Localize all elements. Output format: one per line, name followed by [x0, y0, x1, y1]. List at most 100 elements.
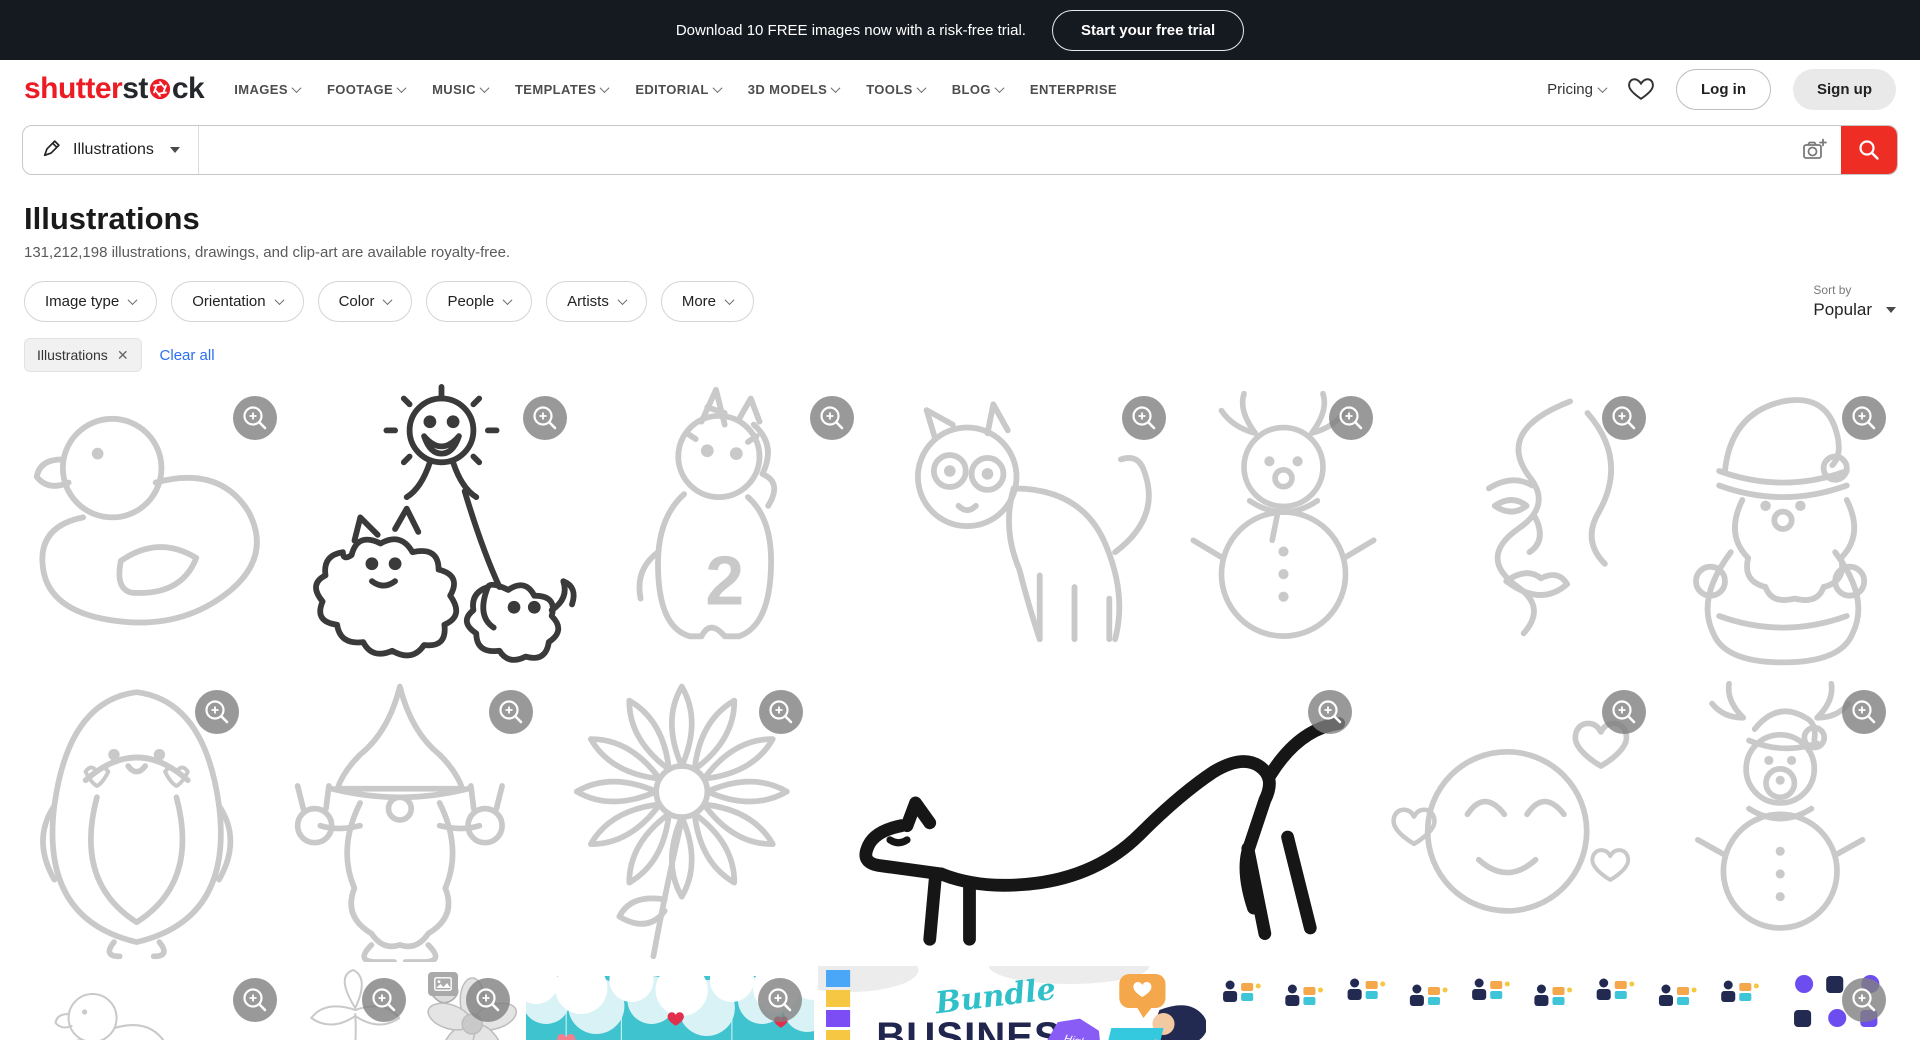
nav-enterprise[interactable]: ENTERPRISE [1030, 82, 1117, 97]
nav-music[interactable]: MUSIC [432, 82, 488, 97]
zoom-preview-button[interactable] [1308, 690, 1352, 734]
close-icon[interactable]: ✕ [117, 348, 129, 362]
caret-down-icon [1886, 307, 1896, 313]
zoom-preview-button[interactable] [1329, 396, 1373, 440]
zoom-preview-button[interactable] [362, 978, 406, 1022]
nav-footage[interactable]: FOOTAGE [327, 82, 405, 97]
filter-orientation[interactable]: Orientation [171, 281, 303, 322]
thumb-rubber-duck-line-art[interactable] [22, 384, 289, 674]
thumb-purple-sticker-sheet[interactable] [1784, 966, 1899, 1040]
start-free-trial-button[interactable]: Start your free trial [1052, 10, 1244, 51]
zoom-preview-button[interactable] [1122, 396, 1166, 440]
pen-icon [41, 137, 63, 164]
header-actions: Pricing Log in Sign up [1547, 69, 1896, 110]
search-category-dropdown[interactable]: Illustrations [23, 126, 199, 174]
zoom-preview-button[interactable] [523, 396, 567, 440]
clear-all-link[interactable]: Clear all [160, 347, 215, 364]
stretching-cat-drawing [819, 678, 1364, 962]
search-bar: Illustrations [22, 125, 1898, 175]
zoom-preview-button[interactable] [758, 978, 802, 1022]
zoom-preview-button[interactable] [489, 690, 533, 734]
zoom-preview-button[interactable] [759, 690, 803, 734]
zoom-preview-button[interactable] [1842, 396, 1886, 440]
nav-3d-models[interactable]: 3D MODELS [748, 82, 839, 97]
grid-row-1: 2 [22, 384, 1898, 674]
thumb-flower-sketch[interactable] [293, 966, 418, 1040]
thumb-valentine-2022-paper-art[interactable]: 2022celebrate [526, 966, 814, 1040]
grid-row-2 [22, 678, 1898, 962]
thumb-one-line-face[interactable] [1389, 384, 1658, 674]
nav-blog[interactable]: BLOG [952, 82, 1003, 97]
page-title: Illustrations [24, 201, 1896, 237]
thumb-duck-line-art-2[interactable] [22, 966, 289, 1040]
page-head: Illustrations 131,212,198 illustrations,… [24, 201, 1896, 261]
chevron-down-icon [383, 295, 393, 305]
applied-filters-row: Illustrations✕ Clear all [24, 338, 1896, 372]
chip-illustrations[interactable]: Illustrations✕ [24, 338, 142, 372]
signup-button[interactable]: Sign up [1793, 69, 1896, 110]
caret-down-icon [170, 147, 180, 153]
zoom-preview-button[interactable] [233, 396, 277, 440]
nav-templates[interactable]: TEMPLATES [515, 82, 608, 97]
grid-row-3: 2022celebrate BundleBUSINESSwith 37 vect… [22, 966, 1898, 1040]
nav-images[interactable]: IMAGES [234, 82, 300, 97]
sort-control: Sort by Popular [1813, 283, 1896, 320]
thumb-unicorn-number-two[interactable]: 2 [583, 384, 866, 674]
zoom-preview-button[interactable] [1842, 690, 1886, 734]
search-category-label: Illustrations [73, 141, 154, 159]
thumb-daisy-line-art[interactable] [549, 678, 815, 962]
zoom-preview-button[interactable] [195, 690, 239, 734]
zoom-preview-button[interactable] [1602, 690, 1646, 734]
chevron-down-icon [274, 295, 284, 305]
thumb-emoji-hearts-line-art[interactable] [1368, 678, 1658, 962]
chevron-down-icon [503, 295, 513, 305]
search-submit-button[interactable] [1841, 126, 1897, 174]
thumb-business-vector-set[interactable] [1210, 966, 1779, 1040]
zoom-preview-button[interactable] [1842, 978, 1886, 1022]
zoom-preview-button[interactable] [810, 396, 854, 440]
chevron-down-icon [1598, 83, 1608, 93]
business-bundle-drawing: BundleBUSINESSwith 37 vector imagesHighq… [818, 966, 1206, 1040]
search-by-image-camera-icon[interactable] [1789, 126, 1841, 174]
filter-more[interactable]: More [661, 281, 754, 322]
chevron-down-icon [291, 83, 301, 93]
zoom-preview-button[interactable] [466, 978, 510, 1022]
main-nav: IMAGES FOOTAGE MUSIC TEMPLATES EDITORIAL… [234, 82, 1117, 97]
chevron-down-icon [600, 83, 610, 93]
chevron-down-icon [831, 83, 841, 93]
nav-editorial[interactable]: EDITORIAL [635, 82, 720, 97]
chevron-down-icon [128, 295, 138, 305]
thumb-penguin-line-art[interactable] [22, 678, 251, 962]
filter-people[interactable]: People [426, 281, 532, 322]
thumb-business-bundle-cover[interactable]: BundleBUSINESSwith 37 vector imagesHighq… [818, 966, 1206, 1040]
thumb-kitten-line-art[interactable] [870, 384, 1178, 674]
thumb-reindeer-snowman-santa-hat[interactable] [1662, 678, 1898, 962]
vector-set-drawing [1210, 966, 1779, 1040]
filter-artists[interactable]: Artists [546, 281, 647, 322]
thumb-stretching-cat-bold-line[interactable] [819, 678, 1364, 962]
filter-color[interactable]: Color [318, 281, 413, 322]
thumb-reindeer-snowman[interactable] [1182, 384, 1385, 674]
thumb-gnome-line-art[interactable] [255, 678, 545, 962]
filter-row: Image type Orientation Color People Arti… [24, 281, 1896, 322]
thumb-doodle-sun-cat-dog[interactable] [293, 384, 578, 674]
sort-by-label: Sort by [1813, 283, 1896, 297]
login-button[interactable]: Log in [1676, 69, 1771, 110]
thumb-santa-line-art[interactable] [1662, 384, 1898, 674]
zoom-preview-button[interactable] [1602, 396, 1646, 440]
pricing-menu[interactable]: Pricing [1547, 81, 1606, 98]
favorites-heart-icon[interactable] [1628, 77, 1654, 101]
chevron-down-icon [617, 295, 627, 305]
results-grid: 2 [22, 384, 1898, 1040]
chevron-down-icon [480, 83, 490, 93]
filter-image-type[interactable]: Image type [24, 281, 157, 322]
site-header: shutterstck IMAGES FOOTAGE MUSIC TEMPLAT… [0, 60, 1920, 118]
nav-tools[interactable]: TOOLS [866, 82, 925, 97]
image-placeholder-icon [428, 972, 458, 996]
search-input[interactable] [199, 126, 1789, 174]
zoom-preview-button[interactable] [233, 978, 277, 1022]
logo-text-st: st [122, 72, 148, 106]
shutterstock-logo[interactable]: shutterstck [24, 72, 204, 106]
thumb-gray-flower-drawing[interactable] [422, 966, 522, 1040]
sort-popular-dropdown[interactable]: Popular [1813, 300, 1896, 320]
